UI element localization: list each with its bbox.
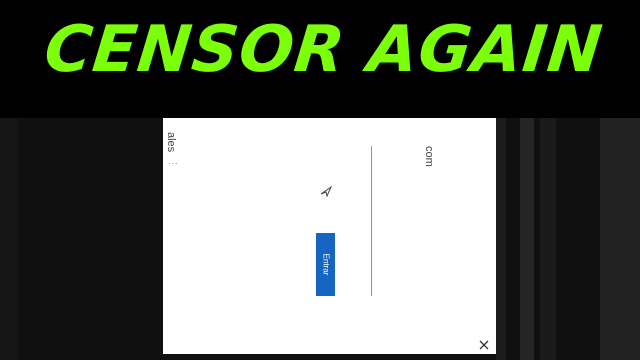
vertical-divider (371, 146, 372, 296)
background-stripe (540, 118, 556, 360)
background-stripe (600, 118, 640, 360)
headline: CENSOR AGAIN (41, 13, 607, 87)
background-stripe (520, 118, 534, 360)
title-band: CENSOR AGAIN (0, 0, 640, 118)
right-text-fragment: com (423, 146, 435, 167)
sign-in-dialog: ales ... Entrar com (163, 118, 496, 354)
arrow-icon (320, 185, 332, 197)
enter-button[interactable]: Entrar (316, 233, 335, 296)
close-icon[interactable] (479, 340, 489, 350)
more-dots[interactable]: ... (168, 156, 179, 166)
left-text-fragment: ales (165, 132, 177, 153)
background-stripe (496, 118, 506, 360)
enter-button-label: Entrar (321, 253, 331, 276)
background-stripe (0, 118, 18, 360)
